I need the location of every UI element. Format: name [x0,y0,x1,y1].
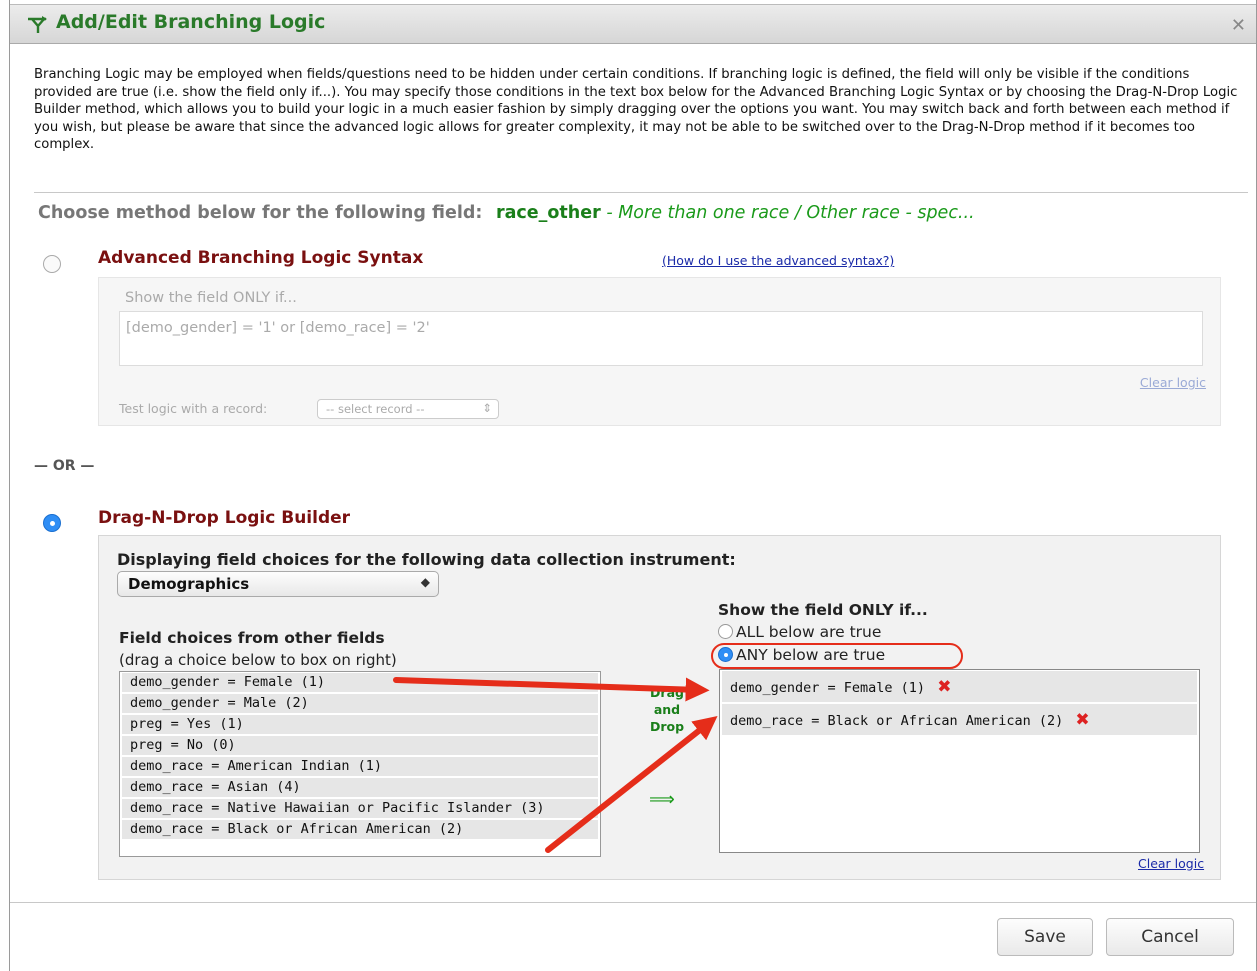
test-logic-label: Test logic with a record: [119,401,268,416]
instrument-select-value: Demographics [128,575,250,593]
advanced-clear-logic-link[interactable]: Clear logic [1140,375,1206,390]
annotation-highlight-circle [711,643,963,669]
choice-item[interactable]: preg = No (0) [122,736,598,755]
field-description: - More than one race / Other race - spec… [606,203,975,223]
field-choices-subtitle: (drag a choice below to box on right) [119,651,397,669]
choice-item[interactable]: preg = Yes (1) [122,715,598,734]
drag-and-drop-hint: Drag and Drop [637,684,697,735]
dialog-title: Add/Edit Branching Logic [56,11,326,33]
test-record-select-value: -- select record -- [326,402,425,416]
intro-text: Branching Logic may be employed when fie… [34,67,1238,153]
advanced-syntax-help-link[interactable]: (How do I use the advanced syntax?) [662,253,894,268]
advanced-section-title: Advanced Branching Logic Syntax [98,248,424,268]
logic-drop-box[interactable]: demo_gender = Female (1) ✖ demo_race = B… [719,669,1200,853]
field-choices-title: Field choices from other fields [119,629,385,647]
choice-item[interactable]: demo_gender = Male (2) [122,694,598,713]
advanced-logic-panel: Show the field ONLY if... [demo_gender] … [98,277,1221,426]
dnd-section-title: Drag-N-Drop Logic Builder [98,508,351,528]
choice-item[interactable]: demo_race = American Indian (1) [122,757,598,776]
dnd-logic-panel: Displaying field choices for the followi… [98,535,1221,880]
cancel-button[interactable]: Cancel [1106,918,1234,956]
branch-icon [28,16,47,33]
choice-item[interactable]: demo_gender = Female (1) [122,673,598,692]
or-separator: — OR — [34,458,95,474]
divider [34,192,1248,193]
drag-hint-line: Drag [650,685,684,700]
drag-hint-line: Drop [649,719,685,734]
advanced-logic-textarea[interactable]: [demo_gender] = '1' or [demo_race] = '2' [119,311,1203,366]
drag-hint-line: and [653,702,681,717]
option-all[interactable]: ALL below are true [718,623,881,641]
select-arrows-icon: ⇕ [482,401,492,415]
remove-icon[interactable]: ✖ [1075,710,1089,730]
instrument-select[interactable]: Demographics ◆ [117,571,439,597]
choose-method-heading: Choose method below for the following fi… [38,203,975,223]
instrument-label: Displaying field choices for the followi… [117,550,736,569]
select-arrows-icon: ◆ [420,575,430,589]
dnd-method-radio[interactable] [43,514,61,532]
choose-label: Choose method below for the following fi… [38,203,483,223]
choice-item[interactable]: demo_race = Asian (4) [122,778,598,797]
dropped-condition-label: demo_race = Black or African American (2… [730,713,1064,729]
dropped-condition-label: demo_gender = Female (1) [730,680,926,696]
remove-icon[interactable]: ✖ [937,677,951,697]
choice-item[interactable]: demo_race = Native Hawaiian or Pacific I… [122,799,598,818]
dropped-condition[interactable]: demo_race = Black or African American (2… [722,704,1197,735]
footer-divider [10,902,1256,903]
dnd-clear-logic-link[interactable]: Clear logic [1138,856,1204,871]
option-all-label: ALL below are true [736,623,882,641]
save-button[interactable]: Save [997,918,1093,956]
advanced-show-label: Show the field ONLY if... [125,290,297,306]
dropped-condition[interactable]: demo_gender = Female (1) ✖ [722,671,1197,702]
field-name: race_other [495,203,601,223]
field-choices-list: demo_gender = Female (1) demo_gender = M… [119,671,601,857]
choice-item[interactable]: demo_race = Black or African American (2… [122,820,598,839]
all-true-radio[interactable] [718,624,733,639]
show-only-if-label: Show the field ONLY if... [718,601,928,619]
advanced-method-radio[interactable] [43,255,61,273]
branching-logic-dialog: Add/Edit Branching Logic ✕ Branching Log… [9,0,1257,971]
drag-arrow-icon: ⟹ [649,789,675,810]
dialog-titlebar: Add/Edit Branching Logic ✕ [10,4,1256,44]
test-record-select[interactable]: -- select record -- ⇕ [317,399,499,419]
close-icon[interactable]: ✕ [1231,15,1246,36]
